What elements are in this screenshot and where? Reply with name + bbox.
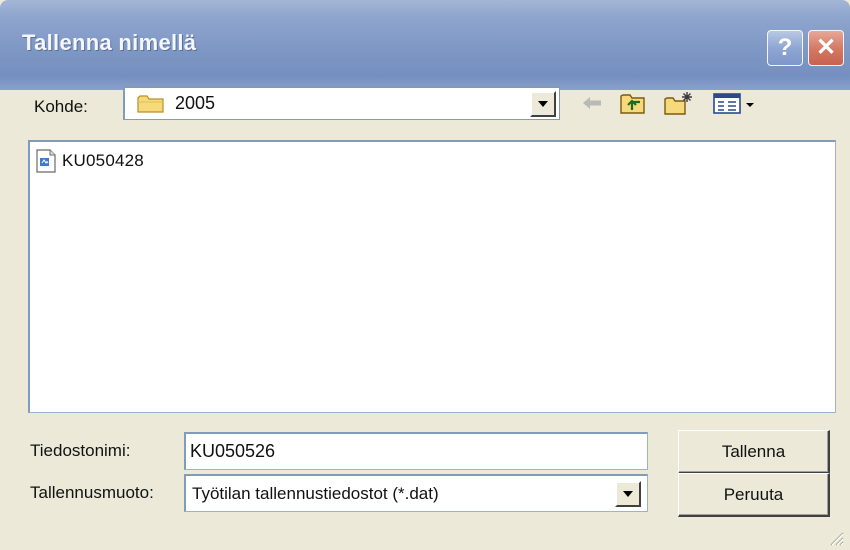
folder-icon — [137, 95, 164, 113]
dialog-title: Tallenna nimellä — [22, 30, 197, 55]
new-folder-button[interactable] — [664, 88, 694, 118]
filename-label: Tiedostonimi: — [30, 441, 131, 460]
up-one-level-button[interactable] — [618, 88, 648, 118]
views-menu-icon — [713, 93, 754, 114]
views-menu-button[interactable] — [711, 88, 761, 118]
new-folder-icon — [664, 92, 692, 115]
back-arrow-icon — [583, 97, 601, 109]
resize-grip-icon[interactable] — [826, 528, 844, 546]
chevron-down-icon — [623, 491, 633, 497]
back-button[interactable] — [577, 88, 607, 118]
close-icon: ✕ — [815, 34, 837, 61]
filetype-dropdown[interactable]: Työtilan tallennustiedostot (*.dat) — [184, 474, 648, 512]
file-name: KU050428 — [62, 151, 144, 170]
lookin-label: Kohde: — [34, 97, 88, 116]
lookin-dropdown-button[interactable] — [530, 91, 556, 117]
help-icon: ? — [777, 34, 793, 61]
lookin-dropdown[interactable]: 2005 — [123, 86, 560, 120]
save-as-dialog: Tallenna nimellä ? ✕ Kohde: 2005 KU05042… — [0, 0, 850, 550]
filetype-dropdown-button[interactable] — [615, 481, 641, 507]
cancel-button[interactable]: Peruuta — [678, 473, 830, 517]
file-list[interactable]: KU050428 — [28, 140, 836, 413]
filetype-value: Työtilan tallennustiedostot (*.dat) — [192, 484, 439, 503]
close-button[interactable]: ✕ — [808, 30, 844, 66]
save-button[interactable]: Tallenna — [678, 430, 830, 474]
up-one-level-icon — [620, 94, 645, 114]
file-item[interactable]: KU050428 — [36, 148, 144, 174]
filetype-label: Tallennusmuoto: — [30, 483, 154, 502]
lookin-value: 2005 — [175, 93, 216, 113]
filename-input[interactable] — [184, 432, 648, 470]
help-button[interactable]: ? — [767, 30, 803, 66]
chevron-down-icon — [538, 101, 548, 107]
document-icon — [36, 149, 56, 173]
title-bar[interactable]: Tallenna nimellä ? ✕ — [0, 0, 850, 90]
